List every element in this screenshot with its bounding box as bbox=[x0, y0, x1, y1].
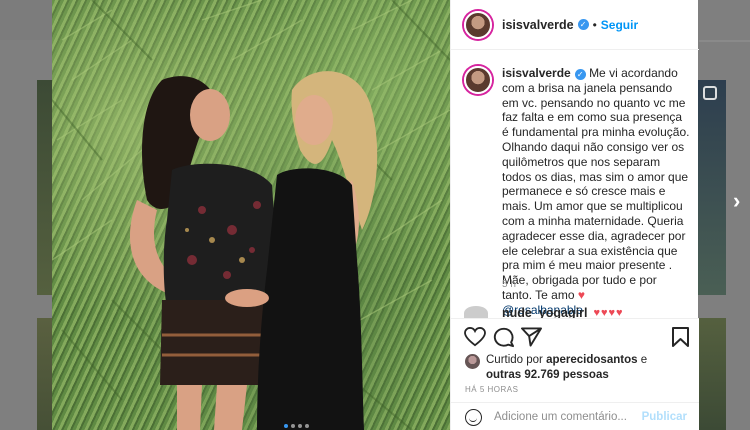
post-actions: Curtido por aperecidosantos e outras 92.… bbox=[451, 318, 699, 430]
like-heart-icon[interactable] bbox=[464, 327, 486, 347]
comment-bubble-icon[interactable] bbox=[493, 327, 514, 348]
emoji-icon[interactable] bbox=[465, 408, 482, 426]
caption-username[interactable]: isisvalverde bbox=[502, 66, 571, 80]
likes-prefix: Curtido por bbox=[486, 354, 547, 366]
bookmark-icon[interactable] bbox=[672, 327, 689, 347]
carousel-dot bbox=[298, 424, 302, 428]
likes-middle: e bbox=[637, 354, 648, 366]
post-sidebar: isisvalverde ✓ • Seguir isisvalverde ✓ Me… bbox=[450, 0, 699, 430]
header-username[interactable]: isisvalverde bbox=[502, 18, 574, 32]
background-feed bbox=[0, 0, 52, 40]
caption-body: isisvalverde ✓ Me vi acordando com a bris… bbox=[502, 66, 690, 318]
next-post-arrow-icon[interactable]: › bbox=[733, 190, 740, 212]
action-bar bbox=[464, 327, 690, 349]
multi-photo-icon bbox=[703, 86, 717, 100]
follow-button[interactable]: Seguir bbox=[601, 18, 638, 32]
carousel-indicator bbox=[284, 424, 309, 428]
carousel-dot bbox=[291, 424, 295, 428]
caption-avatar[interactable] bbox=[464, 66, 492, 94]
add-comment-bar: Publicar bbox=[451, 402, 699, 430]
photo-illustration bbox=[52, 0, 450, 430]
background-divider bbox=[699, 40, 750, 42]
publish-button[interactable]: Publicar bbox=[642, 411, 687, 423]
comment-input[interactable] bbox=[494, 411, 634, 423]
liker-avatar[interactable] bbox=[465, 354, 480, 369]
post-header: isisvalverde ✓ • Seguir bbox=[451, 0, 699, 50]
background-post-image-right bbox=[698, 80, 726, 295]
share-icon[interactable] bbox=[521, 327, 542, 347]
background-post-image-left-2 bbox=[37, 318, 53, 430]
caption-text: Me vi acordando com a brisa na janela pe… bbox=[502, 66, 690, 302]
post-photo[interactable]: › bbox=[52, 0, 450, 430]
caption: isisvalverde ✓ Me vi acordando com a bris… bbox=[464, 66, 690, 318]
carousel-dot bbox=[305, 424, 309, 428]
verified-badge-icon: ✓ bbox=[577, 19, 589, 30]
likes-summary: Curtido por aperecidosantos e outras 92.… bbox=[465, 353, 647, 383]
time-ago: 5 h bbox=[502, 279, 516, 290]
avatar[interactable] bbox=[464, 10, 492, 39]
post-date: HÁ 5 HORAS bbox=[465, 385, 519, 394]
caption-verified-badge-icon: ✓ bbox=[574, 69, 586, 80]
likes-count[interactable]: outras 92.769 pessoas bbox=[486, 369, 609, 381]
liker-username[interactable]: aperecidosantos bbox=[546, 354, 637, 366]
separator: • bbox=[592, 17, 597, 32]
background-post-image-right-2 bbox=[698, 318, 726, 430]
heart-emoji-icon: ♥ bbox=[577, 287, 585, 302]
background-post-image-left bbox=[37, 80, 53, 295]
carousel-dot bbox=[284, 424, 288, 428]
